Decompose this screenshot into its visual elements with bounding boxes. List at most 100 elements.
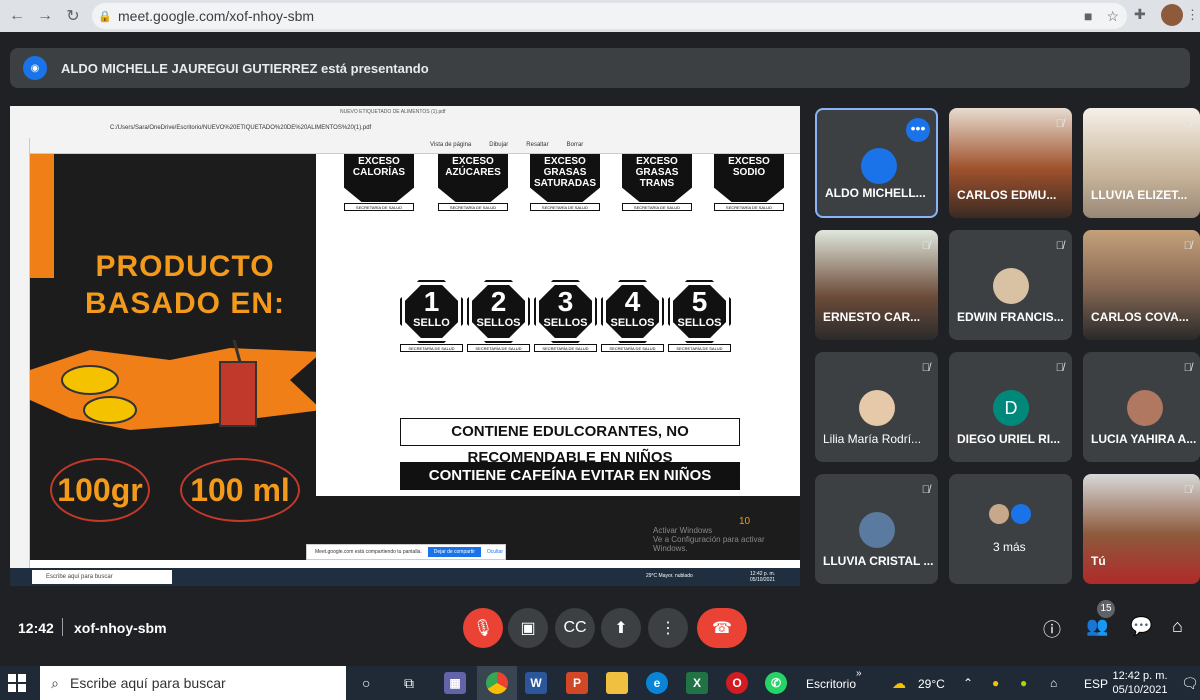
chrome-icon[interactable]	[477, 666, 517, 700]
cortana-icon[interactable]: ○	[362, 675, 370, 691]
whatsapp-icon[interactable]: ✆	[765, 672, 787, 694]
mic-toggle-button[interactable]: 🎙	[463, 608, 503, 648]
url-text: meet.google.com/xof-nhoy-sbm	[118, 8, 315, 24]
participant-count-badge: 15	[1097, 600, 1115, 618]
mic-off-icon: 🎙̸	[1055, 362, 1064, 374]
chevron-up-icon[interactable]: ⌃	[963, 676, 973, 690]
profile-avatar[interactable]	[1161, 4, 1183, 26]
sweetener-warning: CONTIENE EDULCORANTES, NO RECOMENDABLE E…	[400, 418, 740, 466]
participant-tile[interactable]: 🎙̸ LLUVIA CRISTAL ...	[815, 474, 938, 584]
edge-icon[interactable]: e	[646, 672, 668, 694]
participant-tile[interactable]: 🎙̸ EDWIN FRANCIS...	[949, 230, 1072, 340]
participant-avatar: D	[993, 390, 1029, 426]
participant-name: DIEGO URIEL RI...	[957, 432, 1061, 446]
seal-label: SECRETARÍA DE SALUD	[601, 344, 664, 352]
present-button[interactable]: ⬆	[601, 608, 641, 648]
presenter-banner: ◉ ALDO MICHELLE JAUREGUI GUTIERREZ está …	[10, 48, 1190, 88]
calculator-icon[interactable]: ▦	[444, 672, 466, 694]
participant-tile[interactable]: 🎙̸ LUCIA YAHIRA A...	[1083, 352, 1200, 462]
more-participants-tile[interactable]: 3 más	[949, 474, 1072, 584]
word-icon[interactable]: W	[525, 672, 547, 694]
participant-name: EDWIN FRANCIS...	[957, 310, 1064, 324]
windows-start-icon[interactable]	[8, 674, 26, 692]
address-bar[interactable]: 🔒 meet.google.com/xof-nhoy-sbm ■ ☆	[92, 3, 1127, 29]
stop-share-button: Dejar de compartir	[427, 547, 481, 557]
tray-app-icon[interactable]: ●	[992, 676, 999, 690]
forward-arrow-icon[interactable]: →	[32, 3, 58, 29]
slide-right-panel: EXCESO CALORÍAS SECRETARÍA DE SALUD EXCE…	[316, 154, 800, 496]
participant-name: CARLOS COVA...	[1091, 310, 1189, 324]
people-icon[interactable]: 👥	[1086, 616, 1108, 637]
top-seal-label: SECRETARÍA DE SALUD	[622, 203, 692, 211]
excel-icon[interactable]: X	[686, 672, 708, 694]
present-icon: ⬆	[614, 620, 628, 637]
network-icon[interactable]: ⌂	[1050, 676, 1057, 690]
mic-off-icon: 🎙̸	[921, 240, 930, 252]
seal-number: 5	[691, 286, 708, 317]
seal-word: SELLOS	[543, 317, 588, 329]
desktop-label[interactable]: Escritorio	[806, 677, 856, 691]
inner-clock: 12:42 p. m. 05/10/2021	[750, 571, 775, 583]
seal-label: SECRETARÍA DE SALUD	[668, 344, 731, 352]
file-explorer-icon[interactable]	[606, 672, 628, 694]
top-seal-text: EXCESO GRASAS SATURADAS	[530, 154, 600, 202]
participant-tile[interactable]: D 🎙̸ DIEGO URIEL RI...	[949, 352, 1072, 462]
participant-tile[interactable]: 🎙̸ Lilia María Rodrí...	[815, 352, 938, 462]
language-indicator[interactable]: ESP	[1084, 677, 1108, 691]
pdf-toolbar: NUEVO ETIQUETADO DE ALIMENTOS (1).pdf C:…	[10, 106, 800, 154]
seal-count: 5 SELLOS SECRETARÍA DE SALUD	[668, 280, 731, 358]
seal-number: 1	[423, 286, 440, 317]
participant-tile[interactable]: 🎙̸ ERNESTO CAR...	[815, 230, 938, 340]
participant-name: LLUVIA CRISTAL ...	[823, 554, 934, 568]
top-seal-text: EXCESO GRASAS TRANS	[622, 154, 692, 202]
star-icon[interactable]: ☆	[1106, 8, 1119, 25]
tray-app-icon[interactable]: ●	[1020, 676, 1027, 690]
chat-icon[interactable]: 💬	[1130, 616, 1152, 637]
taskbar-search[interactable]: ⌕ Escribe aquí para buscar	[40, 666, 346, 700]
menu-icon[interactable]: ⋮	[1186, 7, 1199, 23]
opera-icon[interactable]: O	[726, 672, 748, 694]
powerpoint-icon[interactable]: P	[566, 672, 588, 694]
caffeine-warning: CONTIENE CAFEÍNA EVITAR EN NIÑOS	[400, 462, 740, 490]
share-note-text: Meet.google.com está compartiendo tu pan…	[315, 549, 422, 555]
camera-icon[interactable]: ■	[1084, 8, 1092, 25]
top-seal: EXCESO GRASAS SATURADAS SECRETARÍA DE SA…	[530, 154, 600, 211]
notification-icon[interactable]: 🗨	[1181, 675, 1199, 692]
top-seal-label: SECRETARÍA DE SALUD	[714, 203, 784, 211]
camera-toggle-button[interactable]: ▣	[508, 608, 548, 648]
seal-count: 2 SELLOS SECRETARÍA DE SALUD	[467, 280, 530, 358]
pdf-tool: Vista de página	[430, 142, 472, 148]
participant-tile[interactable]: ••• ALDO MICHELL...	[815, 108, 938, 218]
self-tile[interactable]: 🎙̸ Tú	[1083, 474, 1200, 584]
mic-off-icon: 🎙̸	[1183, 484, 1192, 496]
participant-tile[interactable]: 🎙̸ CARLOS EDMU...	[949, 108, 1072, 218]
participant-avatar	[993, 268, 1029, 304]
reload-icon[interactable]: ↻	[60, 3, 86, 29]
weather-temp[interactable]: 29°C	[918, 677, 945, 691]
pdf-sidebar	[10, 138, 30, 568]
inner-date: 05/10/2021	[750, 577, 776, 583]
task-view-icon[interactable]: ⧉	[404, 675, 414, 692]
extensions-icon[interactable]: ✚	[1134, 6, 1146, 23]
chevron-icon[interactable]: »	[856, 668, 862, 679]
top-seal-label: SECRETARÍA DE SALUD	[530, 203, 600, 211]
taskbar-clock[interactable]: 12:42 p. m. 05/10/2021	[1110, 669, 1170, 697]
info-icon[interactable]: ⓘ	[1043, 616, 1061, 642]
seal-label: SECRETARÍA DE SALUD	[467, 344, 530, 352]
back-arrow-icon[interactable]: ←	[4, 3, 30, 29]
participant-name: ALDO MICHELL...	[825, 186, 926, 200]
inner-taskbar: Escribe aquí para buscar 29°C Mayor. nub…	[10, 568, 800, 586]
more-options-button[interactable]: ⋮	[648, 608, 688, 648]
captions-button[interactable]: CC	[555, 608, 595, 648]
mic-off-icon: 🎙̸	[1183, 362, 1192, 374]
more-count: 3 más	[993, 540, 1026, 554]
participant-tile[interactable]: 🎙̸ CARLOS COVA...	[1083, 230, 1200, 340]
mic-off-icon: 🎙̸	[921, 362, 930, 374]
activities-icon[interactable]: ⌂	[1172, 616, 1183, 637]
participant-tile[interactable]: 🎙̸ LLUVIA ELIZET...	[1083, 108, 1200, 218]
pdf-path: C:/Users/Sara/OneDrive/Escritorio/NUEVO%…	[110, 125, 372, 131]
end-call-button[interactable]: ☎	[697, 608, 747, 648]
more-options-icon[interactable]: •••	[906, 118, 930, 142]
activate-line2: Ve a Configuración para activar Windows.	[653, 535, 765, 553]
participant-avatar	[861, 148, 897, 184]
